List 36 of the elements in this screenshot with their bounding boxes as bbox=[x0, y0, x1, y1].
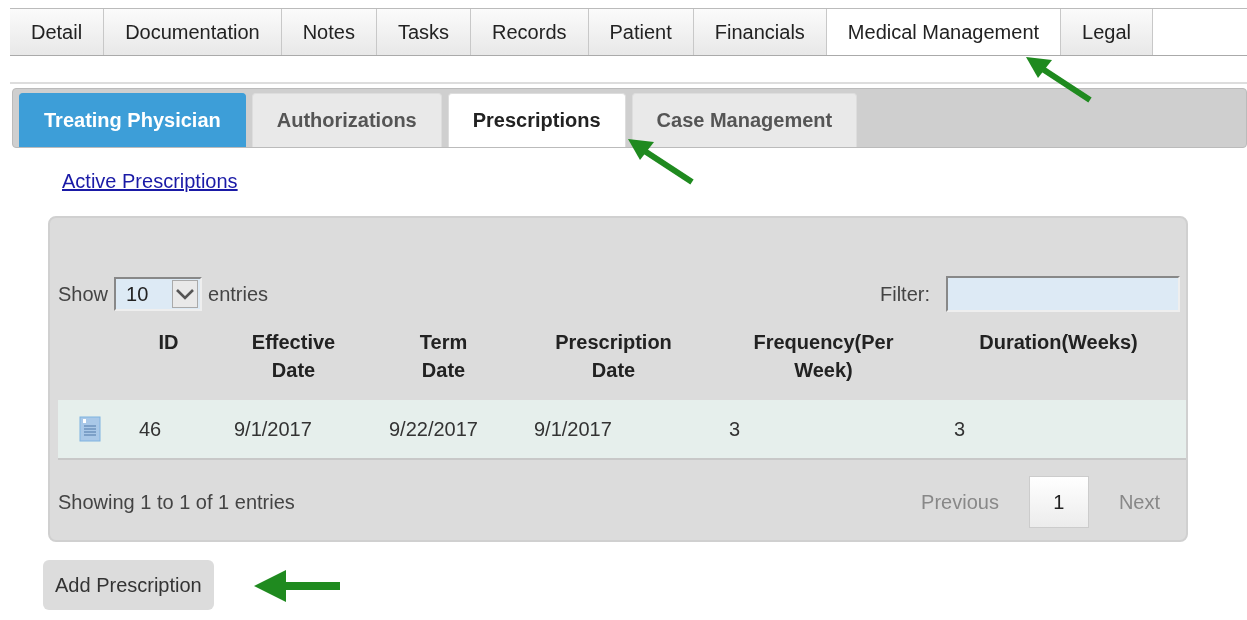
main-tab[interactable]: Notes bbox=[281, 9, 377, 55]
table-cell-text: 9/22/2017 bbox=[388, 417, 479, 441]
main-tab[interactable]: Tasks bbox=[376, 9, 472, 55]
table-cell-text: 9/1/2017 bbox=[533, 417, 613, 441]
table-cell-text: 46 bbox=[138, 417, 163, 441]
column-header: Term Date bbox=[419, 330, 468, 383]
sub-tab[interactable]: Case Management bbox=[631, 93, 858, 147]
main-tab[interactable]: Financials bbox=[693, 9, 827, 55]
table-cell-text: 9/1/2017 bbox=[233, 417, 313, 441]
main-tab[interactable]: Records bbox=[471, 9, 589, 55]
chevron-down-icon bbox=[172, 280, 199, 308]
page-size-select[interactable]: 10 bbox=[114, 277, 203, 311]
table-info: Showing 1 to 1 of 1 entries bbox=[58, 490, 295, 514]
sub-tab[interactable]: Authorizations bbox=[251, 93, 442, 147]
active-prescriptions-link[interactable]: Active Prescriptions bbox=[62, 170, 238, 192]
column-header: Prescription Date bbox=[555, 330, 672, 383]
column-header: Frequency(Per Week) bbox=[753, 330, 894, 383]
main-tab[interactable]: Patient bbox=[588, 9, 694, 55]
entries-label: entries bbox=[208, 282, 269, 306]
document-icon[interactable] bbox=[78, 416, 101, 442]
filter-label: Filter: bbox=[880, 282, 930, 306]
show-label: Show bbox=[58, 282, 109, 306]
add-prescription-button[interactable]: Add Prescription bbox=[43, 560, 214, 610]
filter-field[interactable] bbox=[946, 276, 1180, 312]
pointer-arrow bbox=[1024, 54, 1094, 104]
page-button[interactable]: 1 bbox=[1028, 476, 1089, 528]
column-header: Duration(Weeks) bbox=[979, 330, 1138, 355]
column-header: ID bbox=[158, 330, 179, 355]
main-tab[interactable]: Detail bbox=[10, 9, 105, 55]
main-tab[interactable]: Documentation bbox=[104, 9, 282, 55]
column-header: Effective Date bbox=[251, 330, 336, 383]
table-cell-text: 3 bbox=[953, 417, 967, 441]
pointer-arrow bbox=[626, 136, 696, 186]
table-cell-text: 3 bbox=[728, 417, 742, 441]
main-tab[interactable]: Legal bbox=[1061, 9, 1153, 55]
sub-tab[interactable]: Prescriptions bbox=[447, 93, 626, 147]
